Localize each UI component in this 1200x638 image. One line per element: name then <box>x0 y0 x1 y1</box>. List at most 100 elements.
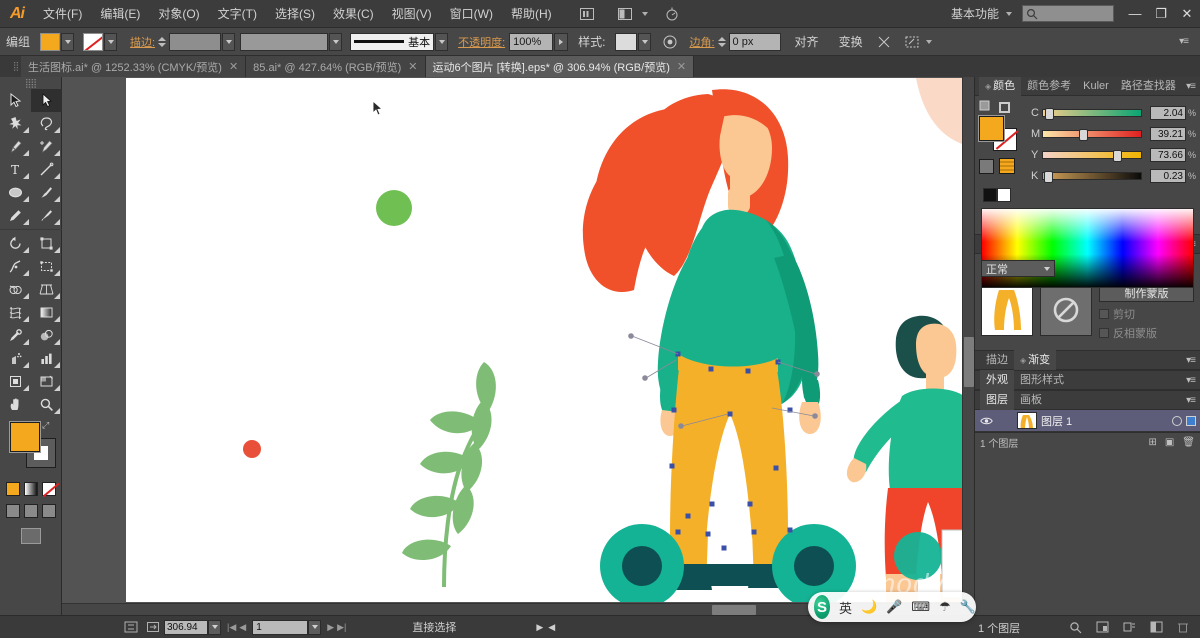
tab-color[interactable]: ◈颜色 <box>979 77 1021 96</box>
opacity-dropdown-icon[interactable] <box>554 33 568 51</box>
direct-selection-tool[interactable] <box>31 89 62 112</box>
tab-appearance[interactable]: 外观 <box>980 370 1014 390</box>
style-field[interactable] <box>615 33 637 51</box>
workspace-dropdown-icon[interactable] <box>1006 12 1012 16</box>
shape-builder-tool[interactable] <box>0 278 31 301</box>
slider-knob-m[interactable] <box>1079 129 1088 141</box>
menu-effect[interactable]: 效果(C) <box>324 0 383 28</box>
status-prev-icon[interactable]: ◀ <box>548 622 555 633</box>
pen-tool[interactable] <box>0 135 31 158</box>
mesh-tool[interactable] <box>0 301 31 324</box>
new-layer-icon[interactable]: ▣ <box>1165 437 1174 448</box>
target-indicator-icon[interactable] <box>1172 416 1182 426</box>
sogou-logo-icon[interactable]: S <box>814 595 830 619</box>
tab-bar-grip[interactable]: ⣿ <box>10 56 21 77</box>
tab-close-icon[interactable]: ✕ <box>229 60 238 73</box>
channel-value-k[interactable]: 0.23 <box>1150 169 1186 183</box>
artboard[interactable] <box>126 78 962 602</box>
transform-label[interactable]: 变换 <box>839 33 863 50</box>
fill-dropdown-icon[interactable] <box>61 33 74 51</box>
menu-view[interactable]: 视图(V) <box>383 0 441 28</box>
stroke-swatch[interactable] <box>83 33 103 51</box>
vertical-scroll-thumb[interactable] <box>964 337 974 387</box>
corner-stepper[interactable] <box>718 37 726 47</box>
menu-select[interactable]: 选择(S) <box>266 0 324 28</box>
menu-file[interactable]: 文件(F) <box>34 0 91 28</box>
delete-layer-icon[interactable]: 🗑 <box>1182 437 1195 448</box>
type-tool[interactable]: T <box>0 158 31 181</box>
close-button[interactable]: ✕ <box>1174 0 1200 28</box>
channel-value-y[interactable]: 73.66 <box>1150 148 1186 162</box>
blend-tool[interactable] <box>31 324 62 347</box>
registration-swatch-icon[interactable] <box>999 158 1015 174</box>
appearance-panel-menu-icon[interactable]: ▾≡ <box>1186 375 1195 386</box>
channel-value-c[interactable]: 2.04 <box>1150 106 1186 120</box>
canvas-area[interactable] <box>62 77 974 615</box>
tab-close-icon[interactable]: ✕ <box>677 60 686 73</box>
next-page-icon[interactable]: ▶ <box>327 622 334 633</box>
fill-swatch-group[interactable] <box>40 33 74 51</box>
stroke-weight-dropdown-icon[interactable] <box>222 33 235 51</box>
tab-kuler[interactable]: Kuler <box>1077 77 1115 96</box>
restore-button[interactable]: ❐ <box>1148 0 1174 28</box>
pencil-tool[interactable] <box>0 204 31 227</box>
add-anchor-point-tool[interactable] <box>31 135 62 158</box>
keyboard-icon[interactable]: ⌨ <box>911 599 930 615</box>
zoom-tool[interactable] <box>31 393 62 416</box>
status-next-icon[interactable]: ▶ <box>536 622 543 633</box>
stroke-link-label[interactable]: 描边: <box>130 34 155 50</box>
slider-track-c[interactable] <box>1042 109 1142 117</box>
tab-stroke[interactable]: 描边 <box>980 350 1014 370</box>
scale-tool[interactable] <box>31 232 62 255</box>
tab-gradient[interactable]: ◈渐变 <box>1014 350 1056 370</box>
fill-swatch[interactable] <box>40 33 60 51</box>
draw-behind-icon[interactable] <box>24 504 38 518</box>
umbrella-icon[interactable]: ☂ <box>939 599 951 615</box>
slider-track-k[interactable] <box>1042 172 1142 180</box>
invert-mask-checkbox-row[interactable]: 反相蒙版 <box>1099 325 1194 341</box>
canvas-vertical-scrollbar[interactable] <box>962 77 974 615</box>
stroke-weight-stepper[interactable] <box>158 37 166 47</box>
horizontal-scroll-thumb[interactable] <box>712 605 756 615</box>
document-tab-3[interactable]: 运动6个图片 [转换].eps* @ 306.94% (RGB/预览) ✕ <box>426 56 695 77</box>
free-transform-tool[interactable] <box>31 255 62 278</box>
stock-icon[interactable] <box>660 4 684 24</box>
width-tool[interactable] <box>0 255 31 278</box>
slider-track-y[interactable] <box>1042 151 1142 159</box>
menu-type[interactable]: 文字(T) <box>209 0 266 28</box>
tab-pathfinder[interactable]: 路径查找器 <box>1115 77 1182 96</box>
stroke-profile-field[interactable] <box>240 33 328 51</box>
bridge-icon[interactable] <box>575 4 599 24</box>
status-search-icon[interactable] <box>1064 618 1086 636</box>
brush-definition-field[interactable]: 基本 <box>350 33 434 51</box>
gradient-tool[interactable] <box>31 301 62 324</box>
draw-inside-icon[interactable] <box>42 504 56 518</box>
rotate-tool[interactable] <box>0 232 31 255</box>
stroke-dropdown-icon[interactable] <box>104 33 117 51</box>
selection-indicator-icon[interactable] <box>1186 416 1196 426</box>
layer-name[interactable]: 图层 1 <box>1041 413 1168 429</box>
recolor-artwork-icon[interactable] <box>659 32 681 52</box>
minimize-button[interactable]: — <box>1122 0 1148 28</box>
color-fill-swatch[interactable] <box>979 116 1004 141</box>
layer-row[interactable]: 图层 1 <box>975 410 1200 432</box>
selection-tool[interactable] <box>0 89 31 112</box>
status-document-icon[interactable] <box>1091 618 1113 636</box>
menu-window[interactable]: 窗口(W) <box>441 0 502 28</box>
column-graph-tool[interactable] <box>31 347 62 370</box>
status-layers-icon[interactable] <box>1145 618 1167 636</box>
artwork[interactable] <box>126 78 962 602</box>
zoom-level-field[interactable]: 306.94 <box>164 620 208 635</box>
perspective-grid-tool[interactable] <box>31 278 62 301</box>
control-bar-menu-icon[interactable]: ▾≡ <box>1179 36 1195 47</box>
none-swatch-icon[interactable] <box>979 159 994 174</box>
voice-icon[interactable]: 🎤 <box>886 599 902 615</box>
new-sublayer-icon[interactable]: ⊞ <box>1148 437 1156 448</box>
first-page-icon[interactable]: |◀ <box>227 622 236 633</box>
document-tab-2[interactable]: 85.ai* @ 427.64% (RGB/预览) ✕ <box>246 56 425 77</box>
isolate-group-icon[interactable] <box>873 32 895 52</box>
screen-mode-icon[interactable] <box>21 528 41 544</box>
arrange-documents-icon[interactable] <box>613 4 637 24</box>
color-fill-stroke-group[interactable] <box>979 116 1019 152</box>
search-input[interactable] <box>1022 5 1114 22</box>
